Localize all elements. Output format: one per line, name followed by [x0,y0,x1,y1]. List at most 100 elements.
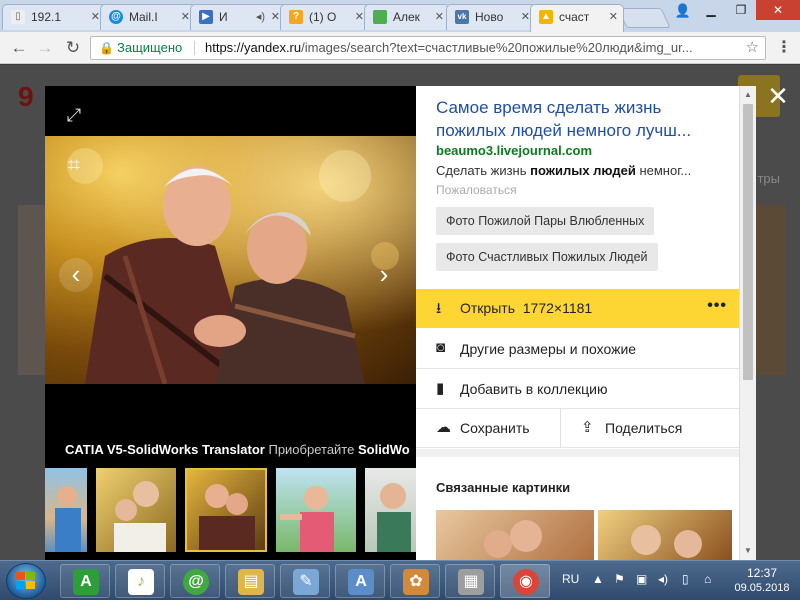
tab-1[interactable]: ▯ 192.1 ✕ [2,4,106,30]
snippet-text: немног... [635,163,692,178]
taskbar-app[interactable]: ✿ [390,564,440,598]
other-sizes-button[interactable]: ◙ Другие размеры и похожие [416,329,739,369]
start-button[interactable] [6,563,46,599]
thumbnail-strip [45,468,417,552]
tab-2[interactable]: @ Mail.I ✕ [100,4,196,30]
tab-7-active[interactable]: ▲ счаст ✕ [530,4,624,32]
tab-5[interactable]: Алек ✕ [364,4,450,30]
section-gap [416,449,739,457]
folder-icon: ▤ [238,569,264,595]
document-icon: ▯ [11,10,25,24]
close-viewer-icon[interactable]: ✕ [764,82,792,110]
scroll-down-icon[interactable]: ▼ [740,544,756,558]
taskbar-app[interactable]: ✎ [280,564,330,598]
mail-agent-icon: @ [183,569,209,595]
speaker-icon[interactable]: ◂) [256,5,265,29]
usb-icon[interactable]: ⌂ [704,572,711,586]
source-title-link[interactable]: Самое время сделать жизнь пожилых людей … [436,96,726,142]
share-button[interactable]: ⇪ Поделиться [561,408,739,448]
clock-time[interactable]: 12:37 [732,566,792,580]
address-bar[interactable]: 🔒 Защищено https://yandex.ru/images/sear… [90,36,766,60]
forward-icon[interactable]: → [34,37,56,59]
taskbar-app-active[interactable]: ◉ [500,564,550,598]
close-icon[interactable]: ✕ [609,5,618,29]
reload-icon[interactable]: ↻ [62,37,84,59]
crop-icon[interactable]: ⌗ [61,152,87,178]
photo-illustration [45,136,417,384]
sound-icon[interactable]: ◂) [658,572,668,586]
browser-toolbar: ← → ↻ 🔒 Защищено https://yandex.ru/image… [0,32,800,64]
thumbnail[interactable] [45,468,87,552]
thumbnail[interactable] [276,468,356,552]
green-square-icon [373,10,387,24]
tab-3[interactable]: ▶ И ◂) ✕ [190,4,286,30]
image-viewer: ⤢ ⌗ ‹ › CATIA V5-SolidWorks Translator П… [45,86,417,560]
profile-icon[interactable]: 👤 [672,2,694,20]
close-icon[interactable]: ✕ [521,5,530,29]
share-icon: ⇪ [581,419,594,436]
close-icon[interactable]: ✕ [435,5,444,29]
fullscreen-icon[interactable]: ⤢ [63,104,85,126]
ad-caption[interactable]: CATIA V5-SolidWorks Translator Приобрета… [65,442,417,457]
minimize-icon[interactable]: ▁ [696,0,726,20]
related-search-tag[interactable]: Фото Счастливых Пожилых Людей [436,243,658,271]
taskbar-app[interactable]: ▦ [445,564,495,598]
new-tab-button[interactable] [617,8,671,28]
maximize-icon[interactable]: ❐ [726,0,756,20]
close-icon[interactable]: ✕ [181,5,190,29]
image-info-panel: Самое время сделать жизнь пожилых людей … [416,86,739,560]
save-button[interactable]: ☁ Сохранить [416,408,560,448]
close-icon[interactable]: ✕ [91,5,100,29]
taskbar-app[interactable]: ▤ [225,564,275,598]
previous-image-arrow[interactable]: ‹ [59,258,93,292]
scrollbar-thumb[interactable] [743,104,753,380]
news-icon: ▦ [458,569,484,595]
taskbar-app[interactable]: A [60,564,110,598]
taskbar-app[interactable]: ♪ [115,564,165,598]
related-image[interactable] [436,510,594,560]
background-thumbnail [18,205,46,375]
clock-date[interactable]: 09.05.2018 [732,582,792,594]
windows-flag-icon [16,572,35,589]
source-domain-link[interactable]: beaumo3.livejournal.com [436,143,592,158]
close-window-icon[interactable]: ✕ [756,0,800,20]
language-indicator[interactable]: RU [562,572,579,586]
chrome-icon: ◉ [513,569,539,595]
tab-4[interactable]: ? (1) О ✕ [280,4,370,30]
back-icon[interactable]: ← [8,37,30,59]
network-icon[interactable]: ▣ [636,572,647,586]
download-icon: ⭳ [436,300,442,317]
thumbnail[interactable] [365,468,417,552]
taskbar-app[interactable]: A [335,564,385,598]
thumbnail-selected[interactable] [185,468,267,552]
close-icon[interactable]: ✕ [355,5,364,29]
show-hidden-icons-icon[interactable]: ▲ [592,572,604,586]
tab-label: Алек [393,10,420,24]
add-to-collection-button[interactable]: ▮ Добавить в коллекцию [416,369,739,409]
bookmark-star-icon[interactable]: ☆ [746,37,759,59]
complain-link[interactable]: Пожаловаться [436,183,517,197]
flag-icon[interactable]: ⚑ [614,572,625,586]
caption-bold: SolidWo [357,442,410,457]
related-search-tag[interactable]: Фото Пожилой Пары Влюбленных [436,207,655,235]
panel-scrollbar[interactable]: ▲ ▼ [739,86,756,560]
snippet-highlight: пожилых людей [530,163,636,178]
thumbnail[interactable] [96,468,176,552]
url-text[interactable]: https://yandex.ru/images/search?text=сча… [205,37,693,59]
more-options-icon[interactable]: ••• [707,297,727,315]
window-controls: ▁ ❐ ✕ [696,0,800,22]
main-photo[interactable] [45,136,417,384]
related-image[interactable] [598,510,732,560]
next-image-arrow[interactable]: › [367,258,401,292]
bookmark-icon: ▮ [436,380,445,397]
tab-6[interactable]: vk Ново ✕ [446,4,536,30]
power-icon[interactable]: ▯ [682,572,689,586]
taskbar-app[interactable]: @ [170,564,220,598]
chrome-menu-icon[interactable]: ⋮ [774,37,794,59]
tab-label: (1) О [309,10,337,24]
url-host: https://yandex.ru [205,40,302,55]
open-image-button[interactable]: ⭳ Открыть 1772×1181 ••• [416,289,739,328]
lock-icon: 🔒 [99,41,114,55]
scroll-up-icon[interactable]: ▲ [740,88,756,102]
close-icon[interactable]: ✕ [271,5,280,29]
